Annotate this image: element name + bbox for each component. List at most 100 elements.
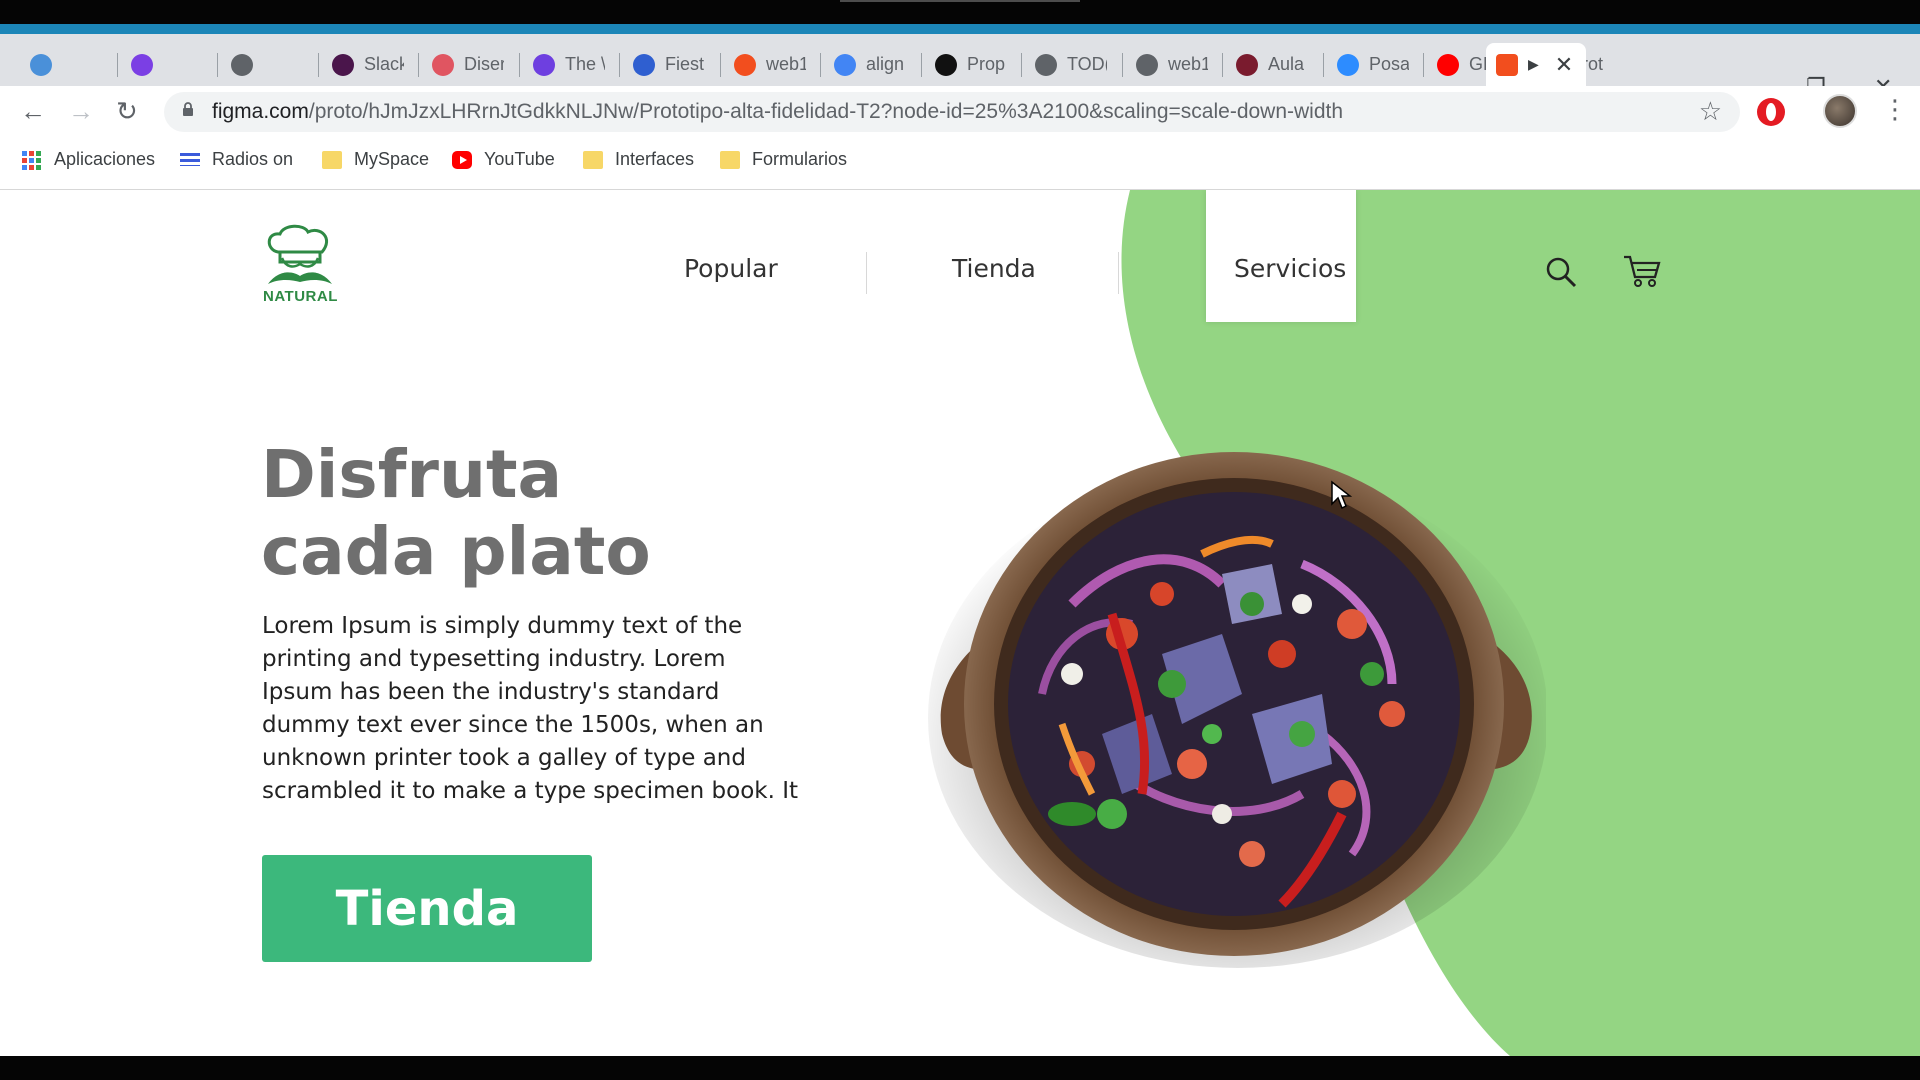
brand-name: NATURAL: [263, 288, 338, 305]
nav-divider: [1118, 252, 1119, 294]
youtube-icon: [1437, 53, 1459, 76]
profile-avatar[interactable]: [1823, 94, 1857, 128]
tab-separator: [820, 53, 821, 77]
salad-bowl-image: [928, 452, 1546, 968]
tab-separator: [619, 53, 620, 77]
opera-extension-icon[interactable]: [1757, 98, 1785, 126]
bookmark-formularios[interactable]: Formularios: [720, 149, 847, 170]
shield-u-icon: [633, 53, 655, 76]
nav-popular[interactable]: Popular: [684, 254, 778, 283]
hero-title: Disfruta cada plato: [261, 436, 651, 590]
g-circle-icon: [131, 53, 153, 76]
nav-divider: [866, 252, 867, 294]
tab-separator: [1323, 53, 1324, 77]
screen: Slack Diser The \ Fiest web1 align Prop TOD( web…: [0, 0, 1920, 1080]
tab-separator: [217, 53, 218, 77]
url-text[interactable]: figma.com/proto/hJmJzxLHRrnJtGdkkNLJNw/P…: [212, 100, 1343, 124]
tab[interactable]: Fiest: [623, 43, 719, 86]
tab-active[interactable]: ▶ ✕: [1486, 43, 1586, 86]
cart-icon[interactable]: [1622, 254, 1662, 288]
tab-title: align: [866, 54, 905, 74]
back-button[interactable]: ←: [20, 96, 46, 127]
tab-separator: [1021, 53, 1022, 77]
bookmark-label: YouTube: [484, 149, 555, 169]
tab-separator: [1222, 53, 1223, 77]
nav-servicios[interactable]: Servicios: [1234, 254, 1346, 283]
bookmark-label: Aplicaciones: [54, 149, 156, 169]
tab-separator: [117, 53, 118, 77]
folder-icon: [720, 150, 740, 169]
forward-button[interactable]: →: [68, 96, 94, 127]
pinwheel-icon: [30, 53, 52, 76]
globe-icon: [1136, 53, 1158, 76]
tab-separator: [1423, 53, 1424, 77]
zoom-icon: [1337, 53, 1359, 76]
tab[interactable]: Posa: [1327, 43, 1423, 86]
tab[interactable]: The \: [523, 43, 619, 86]
lock-icon: [183, 102, 193, 116]
address-bar[interactable]: figma.com/proto/hJmJzxLHRrnJtGdkkNLJNw/P…: [164, 92, 1740, 132]
search-icon[interactable]: [1545, 256, 1577, 288]
graduation-cap-icon: [1236, 53, 1258, 76]
figma-icon: [1496, 53, 1518, 76]
bookmark-myspace[interactable]: MySpace: [322, 149, 429, 170]
bookmark-star-icon[interactable]: ☆: [1699, 96, 1722, 127]
close-tab-icon[interactable]: ✕: [1555, 52, 1573, 78]
tab-separator: [720, 53, 721, 77]
tab[interactable]: web1: [1126, 43, 1222, 86]
tab-title: Diser: [464, 54, 504, 74]
bookmark-youtube[interactable]: YouTube: [452, 149, 555, 170]
folder-icon: [322, 150, 342, 169]
browser-menu-icon[interactable]: ⋮: [1882, 94, 1908, 125]
tab[interactable]: [121, 43, 217, 86]
tab-title: web1: [1168, 54, 1208, 74]
tab-strip: Slack Diser The \ Fiest web1 align Prop TOD( web…: [0, 34, 1920, 109]
top-black-bar: [0, 0, 1920, 34]
tab-separator: [519, 53, 520, 77]
tab-separator: [921, 53, 922, 77]
bookmark-aplicaciones[interactable]: Aplicaciones: [22, 149, 155, 170]
slack-icon: [332, 53, 354, 76]
flag-icon: [180, 153, 200, 166]
bookmark-radios-on[interactable]: Radios on: [180, 149, 293, 170]
bookmark-interfaces[interactable]: Interfaces: [583, 149, 694, 170]
globe-icon: [231, 53, 253, 76]
nav-tienda[interactable]: Tienda: [952, 254, 1036, 283]
tab-separator: [1122, 53, 1123, 77]
salad-contents: [1008, 492, 1460, 916]
url-domain: figma.com: [212, 100, 309, 123]
tab-title: Prop: [967, 54, 1006, 74]
bookmarks-bar: Aplicaciones Radios on MySpace YouTube I…: [0, 138, 1920, 190]
hero-description: Lorem Ipsum is simply dummy text of the …: [262, 613, 799, 804]
globe-icon: [1035, 53, 1057, 76]
tab[interactable]: [20, 43, 116, 86]
tienda-button[interactable]: Tienda: [262, 855, 592, 962]
tab-title: Posa: [1369, 54, 1409, 74]
tab-title: Aula: [1268, 54, 1305, 74]
tab-title: The \: [565, 54, 605, 74]
tab[interactable]: TOD(: [1025, 43, 1121, 86]
media-playing-icon: ▶: [1528, 56, 1539, 72]
bottom-black-bar: [0, 1056, 1920, 1080]
chef-hat-icon: [267, 224, 332, 284]
prototype-page: NATURAL Popular Tienda Servicios Disfrut…: [0, 190, 1920, 1056]
natural-logo[interactable]: NATURAL: [258, 224, 342, 308]
figma-icon: [734, 53, 756, 76]
folder-icon: [583, 150, 603, 169]
reload-button[interactable]: ↻: [116, 96, 138, 127]
tab[interactable]: Diser: [422, 43, 518, 86]
tab[interactable]: Aula: [1226, 43, 1322, 86]
tab-title: Fiest: [665, 54, 705, 74]
tab[interactable]: [221, 43, 317, 86]
tab[interactable]: web1: [724, 43, 820, 86]
tab-title: web1: [766, 54, 806, 74]
tab-title: TOD(: [1067, 54, 1107, 74]
bookmark-label: MySpace: [354, 149, 430, 169]
bookmark-label: Radios on: [212, 149, 294, 169]
tab[interactable]: Slack: [322, 43, 418, 86]
mouse-cursor-icon: [1331, 480, 1352, 510]
tab[interactable]: Prop: [925, 43, 1021, 86]
bookmark-label: Formularios: [752, 149, 848, 169]
tab[interactable]: align: [824, 43, 920, 86]
feather-icon: [935, 53, 957, 76]
